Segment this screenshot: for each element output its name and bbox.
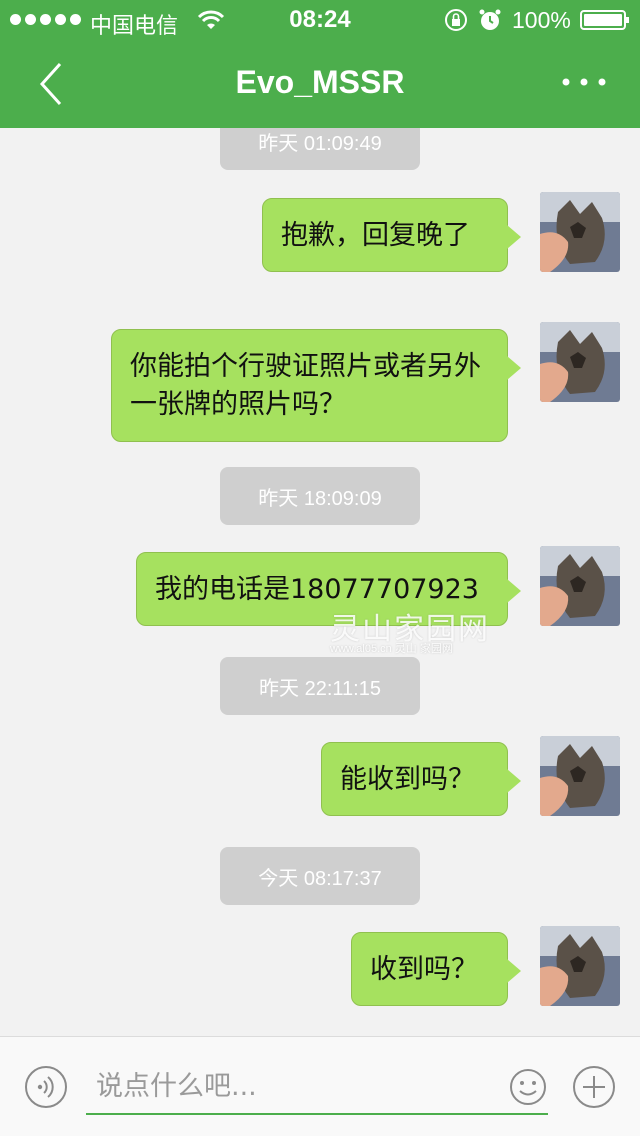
chat-area[interactable]: 昨天 01:09:49 抱歉，回复晚了 你能拍个行驶证照片或者另外一张牌的照片吗… xyxy=(0,128,640,1036)
message-bubble[interactable]: 能收到吗？ xyxy=(321,742,521,816)
avatar[interactable] xyxy=(540,192,620,272)
emoji-icon[interactable] xyxy=(508,1067,548,1107)
battery-percent: 100% xyxy=(512,7,571,33)
cat-photo-icon xyxy=(540,546,620,626)
avatar[interactable] xyxy=(540,926,620,1006)
lock-rotation-icon xyxy=(445,9,467,31)
avatar[interactable] xyxy=(540,546,620,626)
status-bar: 中国电信 08:24 100% xyxy=(0,0,640,40)
cat-photo-icon xyxy=(540,926,620,1006)
avatar[interactable] xyxy=(540,736,620,816)
message-input[interactable] xyxy=(86,1059,548,1115)
timestamp: 昨天 01:09:49 xyxy=(220,128,420,170)
watermark-url: www.al05.cn 灵山 家园网 xyxy=(330,643,453,655)
battery-icon xyxy=(580,10,629,30)
chat-title: Evo_MSSR xyxy=(235,64,405,100)
voice-icon[interactable] xyxy=(24,1065,68,1109)
more-dots-icon[interactable] xyxy=(560,68,608,92)
cat-photo-icon xyxy=(540,192,620,272)
alarm-icon xyxy=(479,9,501,30)
avatar[interactable] xyxy=(540,322,620,402)
message-bubble[interactable]: 收到吗？ xyxy=(351,932,521,1006)
input-bar xyxy=(0,1036,640,1136)
top-bar: 中国电信 08:24 100% Evo_MSSR xyxy=(0,0,640,128)
message-bubble[interactable]: 你能拍个行驶证照片或者另外一张牌的照片吗？ xyxy=(111,329,521,442)
timestamp: 今天 08:17:37 xyxy=(220,847,420,905)
plus-icon[interactable] xyxy=(572,1065,616,1109)
cat-photo-icon xyxy=(540,736,620,816)
cat-photo-icon xyxy=(540,322,620,402)
timestamp: 昨天 18:09:09 xyxy=(220,467,420,525)
message-bubble[interactable]: 抱歉，回复晚了 xyxy=(262,198,521,272)
timestamp: 昨天 22:11:15 xyxy=(220,657,420,715)
